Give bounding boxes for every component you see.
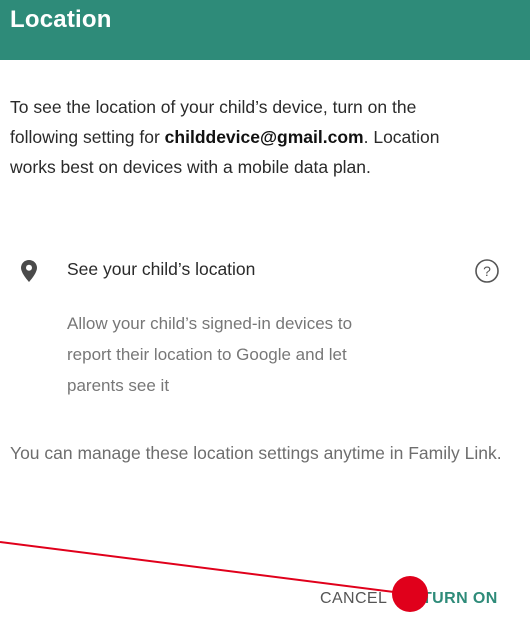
child-email: childdevice@gmail.com xyxy=(164,127,364,147)
annotation-pointer-line xyxy=(0,541,411,595)
cancel-button[interactable]: CANCEL xyxy=(320,590,387,608)
setting-description: Allow your child’s signed-in devices to … xyxy=(67,314,353,395)
turn-on-button[interactable]: TURN ON xyxy=(422,590,498,608)
manage-settings-note: You can manage these location settings a… xyxy=(10,443,502,463)
help-circle-icon[interactable]: ? xyxy=(474,258,500,284)
intro-text: To see the location of your child’s devi… xyxy=(10,92,480,182)
setting-see-location[interactable]: See your child’s location ? xyxy=(0,256,530,290)
location-pin-icon xyxy=(21,260,37,282)
app-bar: Location xyxy=(0,0,530,60)
setting-title: See your child’s location xyxy=(67,259,256,279)
svg-text:?: ? xyxy=(483,263,491,279)
page-title: Location xyxy=(10,6,112,33)
